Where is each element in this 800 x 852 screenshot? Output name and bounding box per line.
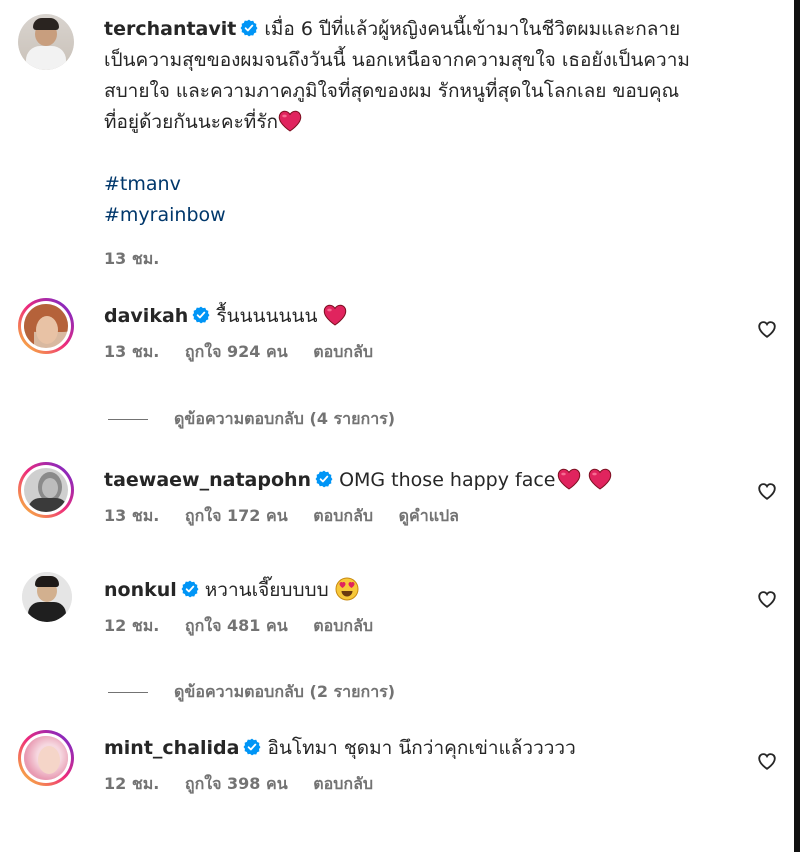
- avatar[interactable]: [22, 572, 72, 622]
- reply-button[interactable]: ตอบกลับ: [313, 774, 373, 793]
- reply-button[interactable]: ตอบกลับ: [313, 616, 373, 635]
- caption-body: terchantavit เมื่อ 6 ปีที่แล้วผู้หญิงคนนี…: [104, 14, 764, 274]
- timestamp: 13 ชม.: [104, 506, 160, 525]
- avatar[interactable]: [18, 462, 74, 518]
- like-heart-icon[interactable]: [756, 480, 778, 502]
- avatar[interactable]: [18, 14, 74, 70]
- caption-time: 13 ชม.: [104, 243, 764, 274]
- red-heart-emoji-icon: [557, 468, 581, 490]
- reply-button[interactable]: ตอบกลับ: [313, 506, 373, 525]
- divider: [108, 419, 148, 420]
- red-heart-emoji-icon: [278, 110, 302, 132]
- likes-count[interactable]: ถูกใจ 172 คน: [185, 506, 288, 525]
- comment-username[interactable]: nonkul: [104, 579, 177, 601]
- view-replies-label: ดูข้อความตอบกลับ (2 รายการ): [174, 682, 396, 701]
- translate-button[interactable]: ดูคำแปล: [399, 506, 459, 525]
- avatar[interactable]: [18, 298, 74, 354]
- timestamp: 12 ชม.: [104, 616, 160, 635]
- red-heart-emoji-icon: [323, 304, 347, 326]
- like-heart-icon[interactable]: [756, 318, 778, 340]
- post-caption: terchantavit เมื่อ 6 ปีที่แล้วผู้หญิงคนนี…: [18, 14, 778, 274]
- timestamp: 12 ชม.: [104, 774, 160, 793]
- comment-item: nonkul หวานเจี๊ยบบบบ 12 ชม. ถูกใจ 481 คน …: [18, 572, 778, 640]
- caption-line: สบายใจ และความภาคภูมิใจที่สุดของผม รักหน…: [104, 80, 680, 102]
- view-replies-button[interactable]: ดูข้อความตอบกลับ (2 รายการ): [108, 680, 395, 705]
- comment-username[interactable]: mint_chalida: [104, 737, 239, 759]
- verified-badge-icon: [240, 19, 258, 37]
- comment-item: taewaew_natapohn OMG those happy face 13 …: [18, 462, 778, 530]
- like-heart-icon[interactable]: [756, 588, 778, 610]
- view-replies-button[interactable]: ดูข้อความตอบกลับ (4 รายการ): [108, 407, 395, 432]
- caption-line: เมื่อ 6 ปีที่แล้วผู้หญิงคนนี้เข้ามาในชีว…: [264, 18, 681, 40]
- comment-username[interactable]: davikah: [104, 305, 188, 327]
- likes-count[interactable]: ถูกใจ 398 คน: [185, 774, 288, 793]
- verified-badge-icon: [181, 580, 199, 598]
- comment-item: davikah รื้นนนนนนน 13 ชม. ถูกใจ 924 คน ตอ…: [18, 298, 778, 366]
- comment-text: หวานเจี๊ยบบบบ: [204, 579, 329, 601]
- window-edge: [794, 0, 800, 852]
- caption-line: เป็นความสุขของผมจนถึงวันนี้ นอกเหนือจากค…: [104, 49, 690, 71]
- timestamp: 13 ชม.: [104, 249, 160, 268]
- likes-count[interactable]: ถูกใจ 924 คน: [185, 342, 288, 361]
- avatar[interactable]: [18, 730, 74, 786]
- likes-count[interactable]: ถูกใจ 481 คน: [185, 616, 288, 635]
- divider: [108, 692, 148, 693]
- verified-badge-icon: [192, 306, 210, 324]
- red-heart-emoji-icon: [588, 468, 612, 490]
- verified-badge-icon: [243, 738, 261, 756]
- comment-username[interactable]: taewaew_natapohn: [104, 469, 311, 491]
- timestamp: 13 ชม.: [104, 342, 160, 361]
- comment-item: mint_chalida อินโทมา ชุดมา นึกว่าคุกเข่าแ…: [18, 730, 778, 798]
- caption-line: ที่อยู่ด้วยกันนะคะที่รัก: [104, 111, 279, 133]
- hashtag-link[interactable]: #myrainbow: [104, 200, 764, 231]
- hashtag-list: #tmanv #myrainbow: [104, 169, 764, 231]
- like-heart-icon[interactable]: [756, 750, 778, 772]
- comment-text: รื้นนนนนนน: [216, 305, 318, 327]
- hashtag-link[interactable]: #tmanv: [104, 169, 764, 200]
- caption-username[interactable]: terchantavit: [104, 18, 236, 40]
- reply-button[interactable]: ตอบกลับ: [313, 342, 373, 361]
- comment-text: อินโทมา ชุดมา นึกว่าคุกเข่าแล้ววววว: [267, 737, 576, 759]
- heart-eyes-emoji-icon: [335, 577, 359, 601]
- verified-badge-icon: [315, 470, 333, 488]
- comment-text: OMG those happy face: [339, 469, 556, 491]
- view-replies-label: ดูข้อความตอบกลับ (4 รายการ): [174, 409, 396, 428]
